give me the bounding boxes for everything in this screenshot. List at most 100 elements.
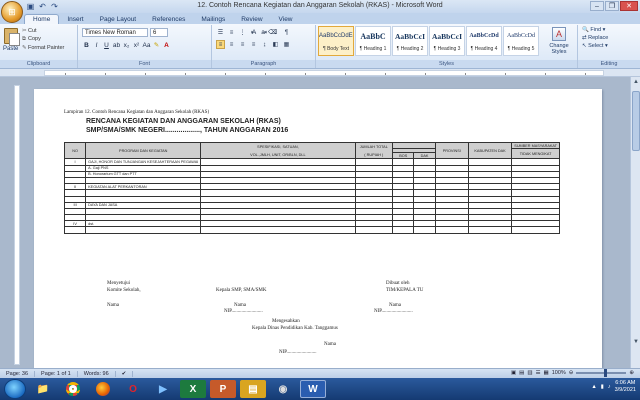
volume-icon[interactable]: ♪ [608,384,611,390]
shading-icon[interactable]: ◧ [271,40,280,49]
firefox-icon[interactable] [90,380,116,398]
scroll-down-icon[interactable]: ▼ [632,338,640,346]
decrease-indent-icon[interactable]: ⇤ [249,28,258,37]
th-kabupaten: KABUPATEN DAK [467,141,513,160]
superscript-button[interactable]: x² [132,41,141,50]
style-heading-3[interactable]: AaBbCcI ¶ Heading 3 [429,26,465,56]
tab-view[interactable]: View [271,15,301,24]
zoom-out-icon[interactable]: ⊖ [569,370,574,376]
subscript-button[interactable]: x₂ [122,41,131,50]
style-heading-1[interactable]: AaBbC ¶ Heading 1 [355,26,391,56]
close-button[interactable]: ✕ [620,1,638,11]
media-icon[interactable]: ◉ [270,380,296,398]
row-cell [434,226,469,234]
scroll-up-icon[interactable]: ▲ [632,78,640,86]
chrome-icon[interactable] [60,380,86,398]
style-body-text[interactable]: AaBbCcDdEe ¶ Body Text [318,26,354,56]
align-left-icon[interactable]: ≡ [216,40,225,49]
vertical-scrollbar[interactable]: ▲ ▼ [630,77,640,368]
zoom-slider[interactable] [576,369,627,377]
tab-page-layout[interactable]: Page Layout [92,15,145,24]
cut-button[interactable]: ✂Cut [22,28,64,34]
underline-button[interactable]: U [102,41,111,50]
pilcrow-icon[interactable]: ¶ [282,28,291,37]
undo-icon[interactable]: ↶ [38,2,47,11]
editing-label: Editing [578,60,640,68]
paragraph-label: Paragraph [212,60,315,68]
format-painter-button[interactable]: ✎Format Painter [22,45,64,51]
paste-button[interactable]: Paste [3,46,18,52]
full-screen-icon[interactable]: ▤ [519,370,524,376]
font-color-icon[interactable]: A [162,41,171,50]
multilevel-icon[interactable]: ⋮ [238,28,247,37]
bullets-icon[interactable]: ☰ [216,28,225,37]
excel-icon[interactable]: X [180,380,206,398]
tab-review[interactable]: Review [233,15,270,24]
italic-button[interactable]: I [92,41,101,50]
tab-mailings[interactable]: Mailings [193,15,233,24]
style-heading-2[interactable]: AaBbCcI ¶ Heading 2 [392,26,428,56]
clock[interactable]: 6:06 AM 3/9/2021 [615,380,636,394]
network-icon[interactable]: ▮ [601,384,604,390]
bold-button[interactable]: B [82,41,91,50]
system-tray: ▲ ▮ ♪ 6:06 AM 3/9/2021 [591,380,636,394]
increase-indent-icon[interactable]: ⇥ [260,28,269,37]
change-case-button[interactable]: Aa [142,41,151,50]
document-page[interactable]: Lampiran 12. Contoh Rencana Kegiatan dan… [34,89,602,368]
font-size-box[interactable]: 6 [150,28,168,37]
highlight-icon[interactable]: ✎ [152,41,161,50]
align-center-icon[interactable]: ≡ [227,40,236,49]
explorer-icon[interactable]: 📁 [30,380,56,398]
find-button[interactable]: 🔍 Find ▾ [582,27,608,33]
style-heading-4[interactable]: AaBbCcDd ¶ Heading 4 [466,26,502,56]
status-words[interactable]: Words: 96 [78,370,116,377]
replace-button[interactable]: ⇄ Replace [582,35,608,41]
strikethrough-button[interactable]: ab [112,41,121,50]
select-button[interactable]: ↖ Select ▾ [582,43,608,49]
paste-icon[interactable] [4,28,20,46]
nip-kepala: NIP......................... [224,309,263,314]
menyetujui-text: Menyetujui [107,281,131,286]
style-heading-5[interactable]: AaBbCcDd ¶ Heading 5 [503,26,539,56]
row-cell [467,226,513,234]
table-row [63,226,560,234]
horizontal-ruler[interactable] [44,70,604,76]
word-icon[interactable]: W [300,380,326,398]
print-layout-icon[interactable]: ▣ [511,370,516,376]
status-pages[interactable]: Page: 1 of 1 [35,370,78,377]
tab-home[interactable]: Home [24,14,60,24]
tray-arrow-icon[interactable]: ▲ [591,384,596,390]
powerpoint-icon[interactable]: P [210,380,236,398]
opera-icon[interactable]: O [120,380,146,398]
nama-kepala: Nama [234,303,246,308]
scroll-thumb[interactable] [632,91,640,151]
sort-icon[interactable]: ↕ [271,28,280,37]
status-page[interactable]: Page: 36 [0,370,36,377]
tab-references[interactable]: References [144,15,193,24]
numbering-icon[interactable]: ≡ [227,28,236,37]
align-right-icon[interactable]: ≡ [238,40,247,49]
borders-icon[interactable]: ▦ [282,40,291,49]
justify-icon[interactable]: ≡ [249,40,258,49]
zoom-level[interactable]: 100% [552,370,566,376]
change-styles-icon: A [552,27,566,41]
web-layout-icon[interactable]: ▥ [527,370,532,376]
draft-icon[interactable]: ▦ [544,370,549,376]
zoom-in-icon[interactable]: ⊕ [629,370,634,376]
change-styles-button[interactable]: A Change Styles [545,27,573,55]
redo-icon[interactable]: ↷ [50,2,59,11]
minimize-button[interactable]: – [590,1,604,11]
save-icon[interactable]: ▣ [26,2,35,11]
outline-icon[interactable]: ☰ [536,370,541,376]
copy-button[interactable]: ⧉ Copy [22,36,64,43]
font-name-box[interactable]: Times New Roman [82,28,148,37]
media-player-icon[interactable]: ▶ [150,380,176,398]
start-button[interactable] [4,379,26,399]
line-spacing-icon[interactable]: ↨ [260,40,269,49]
tab-insert[interactable]: Insert [59,15,91,24]
nip-tu: NIP......................... [374,309,413,314]
restore-button[interactable]: ❐ [605,1,619,11]
proofing-icon[interactable]: ✔ [116,370,134,377]
folder-icon[interactable]: ▤ [240,380,266,398]
office-button[interactable]: ⊞ [1,1,23,23]
